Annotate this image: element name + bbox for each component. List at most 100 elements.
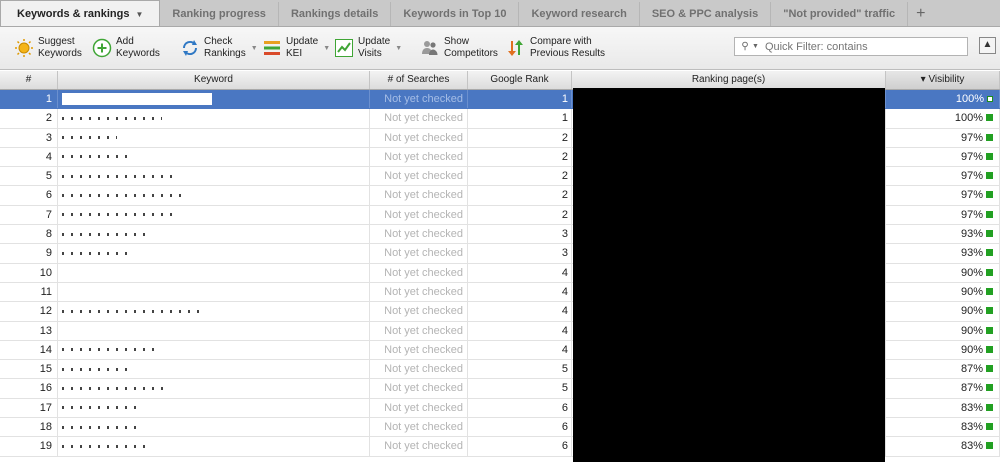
quick-filter-input[interactable] — [764, 40, 955, 53]
keyword-cell[interactable] — [58, 282, 370, 302]
column-header-keyword[interactable]: Keyword — [58, 71, 370, 89]
collapse-toolbar-button[interactable]: ▲ — [979, 37, 996, 54]
searches-cell: Not yet checked — [370, 225, 468, 244]
visibility-indicator-icon — [986, 114, 993, 122]
rank-cell: 5 — [468, 379, 572, 398]
column-header-page[interactable]: Ranking page(s) — [572, 71, 886, 89]
visibility-indicator-icon — [987, 96, 993, 102]
keyword-cell[interactable] — [58, 321, 370, 340]
redacted-keyword — [62, 251, 132, 255]
keyword-cell[interactable] — [58, 398, 370, 418]
keyword-cell[interactable] — [58, 205, 370, 225]
visibility-value: 90% — [960, 305, 983, 318]
visibility-cell: 100% — [886, 109, 1000, 128]
searches-cell: Not yet checked — [370, 186, 468, 205]
tab-rankings-details[interactable]: Rankings details — [279, 2, 392, 26]
keyword-cell[interactable] — [58, 437, 370, 456]
keyword-cell[interactable] — [58, 109, 370, 128]
row-number: 1 — [0, 90, 58, 109]
chevron-down-icon[interactable]: ▼ — [752, 43, 759, 50]
tab-keyword-research[interactable]: Keyword research — [519, 2, 640, 26]
chevron-down-icon[interactable]: ▼ — [395, 45, 402, 52]
compare-arrows-icon — [506, 38, 526, 58]
suggest-keywords-button[interactable]: Suggest Keywords — [14, 33, 82, 63]
rank-cell: 2 — [468, 205, 572, 225]
chevron-down-icon[interactable]: ▼ — [323, 45, 330, 52]
plus-circle-icon — [92, 38, 112, 58]
row-number: 5 — [0, 167, 58, 186]
add-keywords-label: Add Keywords — [116, 36, 160, 59]
rank-cell: 2 — [468, 167, 572, 186]
tab-label: "Not provided" traffic — [783, 8, 896, 20]
visibility-value: 90% — [960, 324, 983, 337]
row-number: 12 — [0, 302, 58, 321]
visibility-cell: 97% — [886, 205, 1000, 225]
keyword-cell[interactable] — [58, 340, 370, 360]
chevron-down-icon[interactable]: ▼ — [251, 45, 258, 52]
suggest-keywords-label: Suggest Keywords — [38, 36, 82, 59]
search-icon[interactable]: ⚲ — [738, 41, 752, 52]
searches-cell: Not yet checked — [370, 282, 468, 302]
column-header-visibility-label: Visibility — [928, 74, 965, 85]
row-number: 7 — [0, 205, 58, 225]
visibility-cell: 100% — [886, 90, 1000, 109]
searches-cell: Not yet checked — [370, 418, 468, 437]
keyword-cell[interactable] — [58, 360, 370, 379]
visibility-cell: 90% — [886, 282, 1000, 302]
visibility-indicator-icon — [986, 365, 993, 373]
visibility-indicator-icon — [986, 191, 993, 199]
quick-filter[interactable]: ⚲ ▼ — [734, 37, 968, 56]
keyword-cell[interactable] — [58, 147, 370, 167]
searches-cell: Not yet checked — [370, 244, 468, 263]
tab-not-provided[interactable]: "Not provided" traffic — [771, 2, 909, 26]
visibility-cell: 90% — [886, 321, 1000, 340]
column-header-num[interactable]: # — [0, 71, 58, 89]
row-number: 14 — [0, 340, 58, 360]
redacted-keyword — [62, 136, 117, 140]
redacted-keyword — [62, 232, 152, 236]
redacted-keyword — [62, 425, 137, 429]
visibility-cell: 87% — [886, 360, 1000, 379]
keyword-cell[interactable] — [58, 167, 370, 186]
visibility-cell: 87% — [886, 379, 1000, 398]
visibility-cell: 93% — [886, 244, 1000, 263]
rank-cell: 2 — [468, 147, 572, 167]
keyword-cell[interactable] — [58, 186, 370, 205]
keyword-cell[interactable] — [58, 244, 370, 263]
sort-desc-icon: ▾ — [920, 74, 926, 85]
keyword-cell[interactable] — [58, 418, 370, 437]
tab-seo-ppc[interactable]: SEO & PPC analysis — [640, 2, 772, 26]
row-number: 17 — [0, 398, 58, 418]
tab-keywords-rankings[interactable]: Keywords & rankings ▼ — [0, 0, 161, 26]
visibility-value: 83% — [960, 440, 983, 453]
redacted-keyword — [62, 213, 177, 217]
visibility-indicator-icon — [986, 423, 993, 431]
update-kei-button[interactable]: Update KEI ▼ — [262, 33, 330, 63]
tab-label: Keywords in Top 10 — [403, 8, 507, 20]
visibility-value: 100% — [955, 93, 984, 105]
column-header-rank[interactable]: Google Rank — [468, 71, 572, 89]
tab-keywords-top10[interactable]: Keywords in Top 10 — [391, 2, 520, 26]
visibility-cell: 97% — [886, 147, 1000, 167]
add-tab-button[interactable]: + — [908, 2, 933, 26]
keyword-cell[interactable] — [58, 263, 370, 282]
column-header-searches[interactable]: # of Searches — [370, 71, 468, 89]
keyword-cell[interactable] — [58, 302, 370, 321]
tab-ranking-progress[interactable]: Ranking progress — [160, 2, 279, 26]
visibility-indicator-icon — [986, 345, 993, 353]
chart-line-icon — [334, 38, 354, 58]
keyword-cell[interactable] — [58, 128, 370, 147]
chevron-down-icon[interactable]: ▼ — [135, 10, 143, 19]
visibility-indicator-icon — [986, 172, 993, 180]
show-competitors-button[interactable]: Show Competitors — [420, 33, 498, 63]
row-number: 16 — [0, 379, 58, 398]
visibility-cell: 90% — [886, 302, 1000, 321]
add-keywords-button[interactable]: Add Keywords — [92, 33, 160, 63]
keyword-cell[interactable] — [58, 379, 370, 398]
keyword-cell[interactable] — [58, 90, 370, 109]
column-header-visibility[interactable]: ▾ Visibility — [886, 71, 1000, 89]
update-visits-button[interactable]: Update Visits ▼ — [334, 33, 402, 63]
compare-results-button[interactable]: Compare with Previous Results — [506, 33, 605, 63]
keyword-cell[interactable] — [58, 225, 370, 244]
check-rankings-button[interactable]: Check Rankings ▼ — [180, 33, 258, 63]
